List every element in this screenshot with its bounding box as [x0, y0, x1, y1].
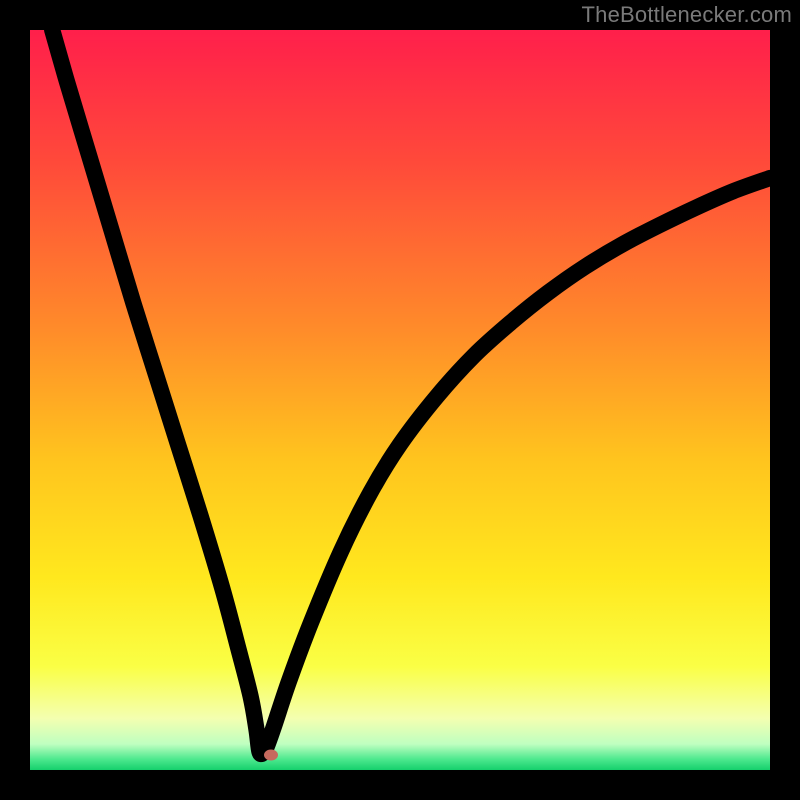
- chart-frame: TheBottlenecker.com: [0, 0, 800, 800]
- curve-path: [52, 30, 770, 754]
- optimum-marker: [264, 750, 278, 761]
- watermark-text: TheBottlenecker.com: [582, 2, 792, 28]
- bottleneck-curve: [30, 30, 770, 770]
- plot-area: [30, 30, 770, 770]
